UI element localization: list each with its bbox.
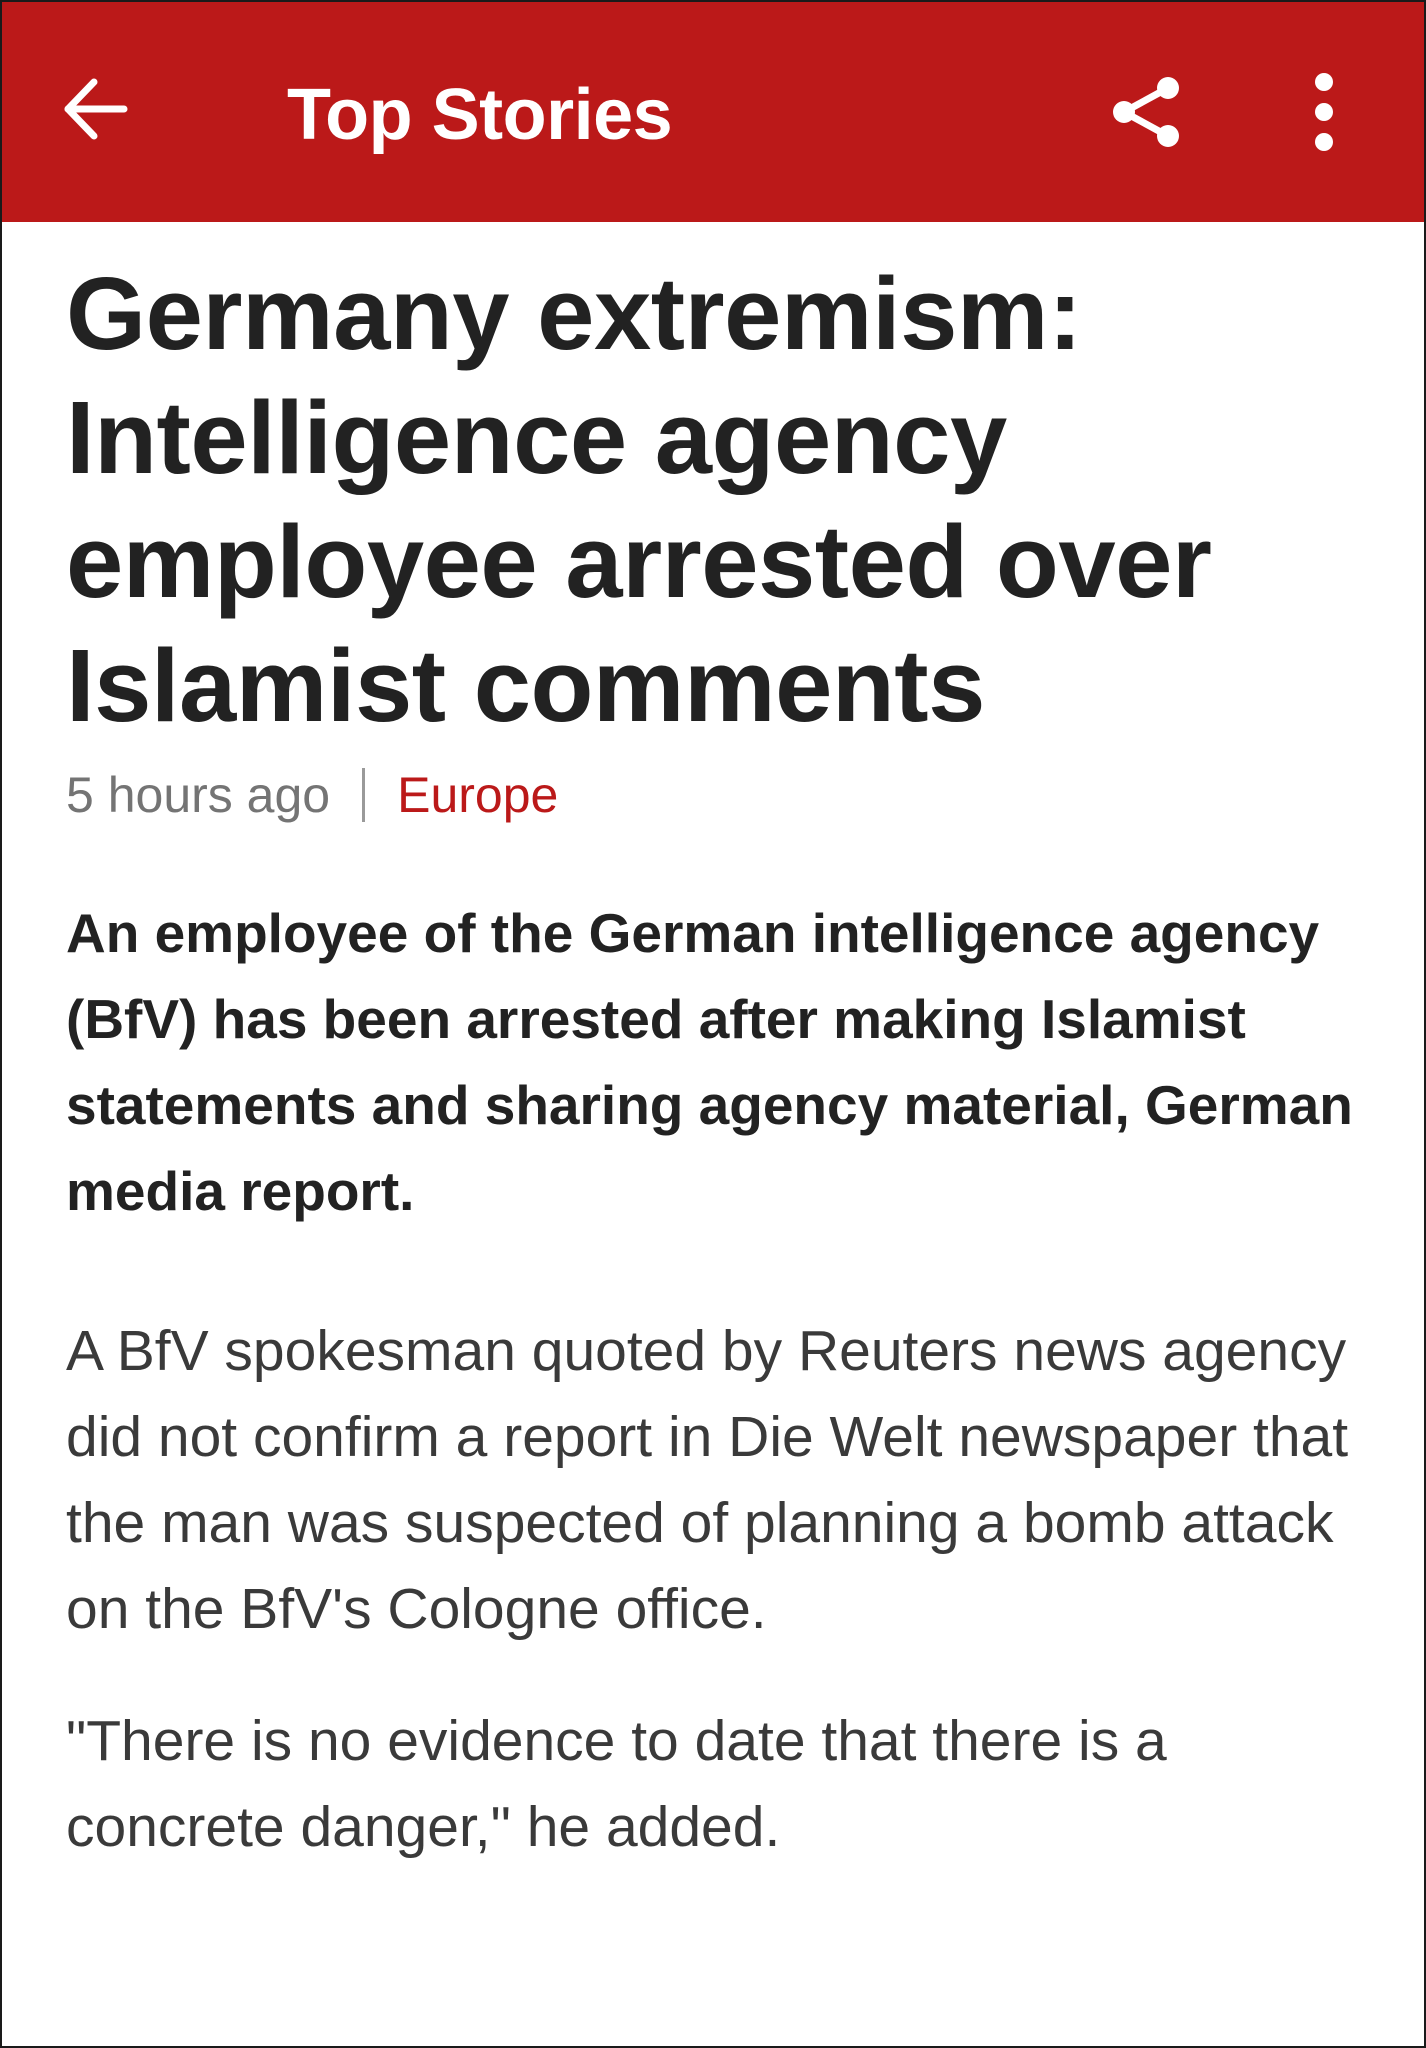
share-button[interactable]	[1098, 64, 1194, 160]
back-button[interactable]	[50, 64, 140, 154]
more-options-button[interactable]	[1284, 64, 1364, 160]
article-meta: 5 hours ago Europe	[66, 760, 1386, 830]
article-paragraph: A BfV spokesman quoted by Reuters news a…	[66, 1319, 1349, 1641]
meta-separator	[362, 768, 366, 822]
app-bar: Top Stories	[2, 2, 1424, 222]
section-link-europe[interactable]: Europe	[397, 760, 558, 830]
article-headline: Germany extremism: Intelligence agency e…	[66, 256, 1212, 743]
article-content: Germany extremism: Intelligence agency e…	[66, 252, 1386, 1870]
app-screen: Top Stories Germany extremism: Intellige…	[0, 0, 1426, 2048]
article-summary: An employee of the German intelligence a…	[66, 902, 1353, 1222]
more-vertical-icon	[1315, 73, 1333, 151]
app-bar-title: Top Stories	[287, 75, 673, 155]
arrow-left-icon	[64, 78, 128, 140]
article-paragraph: "There is no evidence to date that there…	[66, 1709, 1167, 1859]
share-icon	[1113, 77, 1179, 147]
article-timestamp: 5 hours ago	[66, 767, 331, 823]
